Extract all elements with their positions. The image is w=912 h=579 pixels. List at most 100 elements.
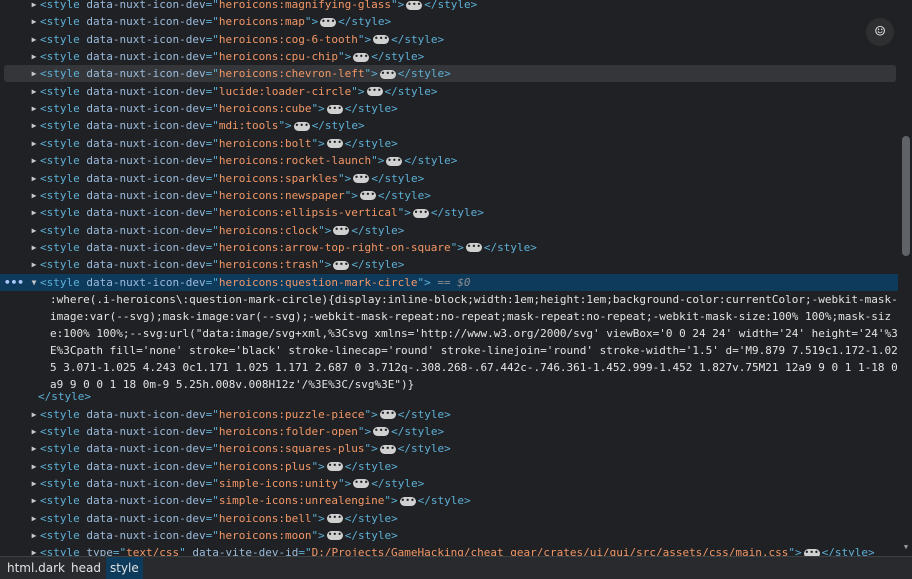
expand-triangle-icon[interactable]: ▶	[30, 31, 38, 48]
collapsed-content-ellipsis-icon[interactable]: •••	[373, 427, 390, 437]
dom-node-row[interactable]: ▶ <style data-nuxt-icon-dev="heroicons:bo…	[0, 135, 898, 152]
dom-node-row[interactable]: ▶ <style data-nuxt-icon-dev="heroicons:sp…	[0, 170, 898, 187]
node-actions-ellipsis-icon[interactable]: •••	[4, 274, 24, 291]
collapsed-content-ellipsis-icon[interactable]: •••	[326, 462, 343, 472]
dom-node-row[interactable]: ▶ <style data-nuxt-icon-dev="heroicons:ch…	[4, 65, 896, 83]
selected-dom-node-row[interactable]: ••• ▼ <style data-nuxt-icon-dev="heroicons…	[0, 273, 898, 291]
dom-node-row[interactable]: ▶ <style data-nuxt-icon-dev="heroicons:cu…	[0, 100, 898, 117]
attribute-name: data-nuxt-icon-dev	[86, 0, 206, 11]
attr-eq: ="	[205, 511, 219, 525]
dom-node-row[interactable]: ▶ <style data-nuxt-icon-dev="heroicons:ro…	[0, 152, 898, 169]
attribute-value: heroicons:cog-6-tooth	[218, 32, 358, 46]
attr-eq: ="	[205, 84, 219, 98]
collapsed-content-ellipsis-icon[interactable]: •••	[326, 531, 343, 541]
dom-node-row[interactable]: ▶ <style data-nuxt-icon-dev="heroicons:be…	[0, 510, 898, 527]
expand-triangle-icon[interactable]: ▶	[30, 83, 38, 100]
dom-tree-panel[interactable]: ▶ <style data-nuxt-icon-dev="heroicons:ma…	[0, 0, 898, 556]
collapsed-content-ellipsis-icon[interactable]: •••	[326, 104, 343, 114]
expand-triangle-icon[interactable]: ▶	[30, 48, 38, 65]
dom-node-row[interactable]: ▶ <style data-nuxt-icon-dev="simple-icons…	[0, 475, 898, 492]
collapse-triangle-icon[interactable]: ▼	[30, 274, 38, 291]
expand-triangle-icon[interactable]: ▶	[30, 0, 38, 13]
dom-node-row[interactable]: ▶ <style data-nuxt-icon-dev="heroicons:fo…	[0, 423, 898, 440]
collapsed-content-ellipsis-icon[interactable]: •••	[353, 174, 370, 183]
collapsed-content-ellipsis-icon[interactable]: •••	[366, 87, 383, 97]
dom-node-row[interactable]: ▶ <style type="text/css" data-vite-dev-id…	[0, 544, 898, 556]
collapsed-content-ellipsis-icon[interactable]: •••	[293, 121, 310, 131]
breadcrumb-head[interactable]: head	[67, 557, 105, 579]
expand-triangle-icon[interactable]: ▶	[30, 204, 38, 221]
collapsed-content-ellipsis-icon[interactable]: •••	[353, 479, 370, 489]
expand-triangle-icon[interactable]: ▶	[30, 440, 38, 457]
scrollbar-thumb[interactable]	[902, 136, 910, 256]
dom-node-row[interactable]: ▶ <style data-nuxt-icon-dev="heroicons:el…	[0, 204, 898, 221]
expand-triangle-icon[interactable]: ▶	[30, 117, 38, 134]
collapsed-content-ellipsis-icon[interactable]: •••	[803, 548, 820, 556]
dom-node-row[interactable]: ▶ <style data-nuxt-icon-dev="heroicons:ma…	[0, 13, 898, 30]
expand-triangle-icon[interactable]: ▶	[30, 510, 38, 527]
expand-triangle-icon[interactable]: ▶	[30, 475, 38, 492]
dom-node-row[interactable]: ▶ <style data-nuxt-icon-dev="heroicons:tr…	[0, 256, 898, 273]
collapsed-content-ellipsis-icon[interactable]: •••	[465, 243, 482, 253]
expand-triangle-icon[interactable]: ▶	[30, 187, 38, 204]
expand-triangle-icon[interactable]: ▶	[30, 222, 38, 239]
attribute-name: data-nuxt-icon-dev	[86, 119, 206, 133]
dom-node-row[interactable]: ▶ <style data-nuxt-icon-dev="heroicons:cp…	[0, 48, 898, 65]
dom-node-row[interactable]: ▶ <style data-nuxt-icon-dev="heroicons:ar…	[0, 239, 898, 256]
expand-triangle-icon[interactable]: ▶	[30, 406, 38, 423]
attr-eq: ="	[205, 223, 219, 237]
collapsed-content-ellipsis-icon[interactable]: •••	[379, 69, 396, 79]
collapsed-content-ellipsis-icon[interactable]: •••	[333, 226, 350, 236]
collapsed-content-ellipsis-icon[interactable]: •••	[359, 191, 376, 201]
breadcrumb: html.dark head style	[0, 556, 912, 579]
expand-triangle-icon[interactable]: ▶	[30, 65, 38, 82]
dom-node-row[interactable]: ▶ <style data-nuxt-icon-dev="heroicons:ma…	[0, 0, 898, 13]
collapsed-content-ellipsis-icon[interactable]: •••	[373, 35, 390, 45]
collapsed-content-ellipsis-icon[interactable]: •••	[379, 410, 396, 419]
collapsed-content-ellipsis-icon[interactable]: •••	[326, 514, 343, 524]
attribute-name: data-nuxt-icon-dev	[86, 240, 206, 254]
collapsed-content-ellipsis-icon[interactable]: •••	[333, 260, 350, 270]
dom-node-row[interactable]: ▶ <style data-nuxt-icon-dev="heroicons:pu…	[0, 406, 898, 423]
dom-node-row[interactable]: ▶ <style data-nuxt-icon-dev="heroicons:co…	[0, 31, 898, 48]
dom-node-line: <style data-nuxt-icon-dev="heroicons:fol…	[40, 423, 444, 440]
open-tag-start: <style	[40, 136, 87, 150]
expand-triangle-icon[interactable]: ▶	[30, 135, 38, 152]
dom-node-row[interactable]: ▶ <style data-nuxt-icon-dev="heroicons:sq…	[0, 440, 898, 457]
collapsed-content-ellipsis-icon[interactable]: •••	[406, 0, 423, 10]
dom-node-line: <style type="text/css" data-vite-dev-id=…	[40, 544, 875, 556]
expand-triangle-icon[interactable]: ▶	[30, 152, 38, 169]
breadcrumb-html[interactable]: html.dark	[3, 557, 69, 579]
expand-triangle-icon[interactable]: ▶	[30, 458, 38, 475]
dom-node-row[interactable]: ▶ <style data-nuxt-icon-dev="heroicons:ne…	[0, 187, 898, 204]
expand-triangle-icon[interactable]: ▶	[30, 492, 38, 509]
collapsed-content-ellipsis-icon[interactable]: •••	[386, 156, 403, 166]
expand-triangle-icon[interactable]: ▶	[30, 170, 38, 187]
dom-node-row[interactable]: ▶ <style data-nuxt-icon-dev="simple-icons…	[0, 492, 898, 509]
collapsed-content-ellipsis-icon[interactable]: •••	[399, 496, 416, 506]
dom-node-row[interactable]: ▶ <style data-nuxt-icon-dev="heroicons:pl…	[0, 458, 898, 475]
vertical-scrollbar[interactable]: ▼	[900, 0, 912, 556]
accessibility-icon[interactable]: ☺	[866, 18, 894, 46]
open-tag-start: <style	[40, 15, 87, 29]
expand-triangle-icon[interactable]: ▶	[30, 239, 38, 256]
collapsed-content-ellipsis-icon[interactable]: •••	[379, 444, 396, 454]
collapsed-content-ellipsis-icon[interactable]: •••	[412, 208, 429, 218]
scroll-down-arrow-icon[interactable]: ▼	[901, 543, 911, 553]
expand-triangle-icon[interactable]: ▶	[30, 256, 38, 273]
collapsed-content-ellipsis-icon[interactable]: •••	[353, 52, 370, 62]
collapsed-content-ellipsis-icon[interactable]: •••	[320, 17, 337, 27]
expand-triangle-icon[interactable]: ▶	[30, 527, 38, 544]
dom-node-row[interactable]: ▶ <style data-nuxt-icon-dev="heroicons:cl…	[0, 222, 898, 239]
attribute-value: heroicons:moon	[218, 528, 312, 542]
expand-triangle-icon[interactable]: ▶	[30, 13, 38, 30]
dom-node-row[interactable]: ▶ <style data-nuxt-icon-dev="mdi:tools"> •…	[0, 117, 898, 134]
collapsed-content-ellipsis-icon[interactable]: •••	[326, 139, 343, 149]
expand-triangle-icon[interactable]: ▶	[30, 423, 38, 440]
expand-triangle-icon[interactable]: ▶	[30, 544, 38, 556]
dom-node-row[interactable]: ▶ <style data-nuxt-icon-dev="lucide:loade…	[0, 83, 898, 100]
breadcrumb-style[interactable]: style	[106, 557, 143, 579]
expand-triangle-icon[interactable]: ▶	[30, 100, 38, 117]
dom-node-row[interactable]: ▶ <style data-nuxt-icon-dev="heroicons:mo…	[0, 527, 898, 544]
open-tag-start: <style	[40, 494, 87, 508]
